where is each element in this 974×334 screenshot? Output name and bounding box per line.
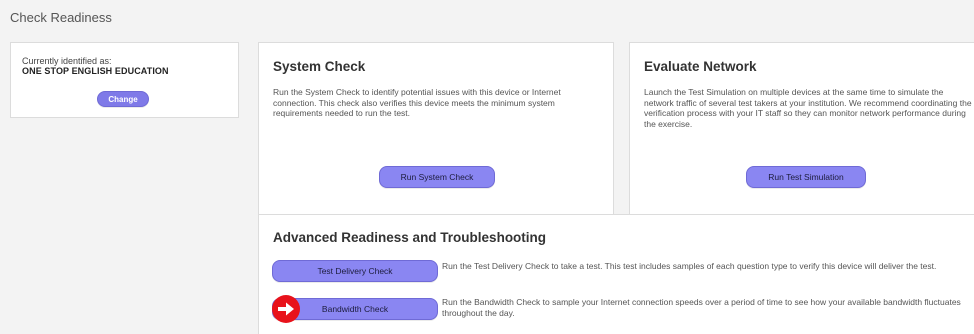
bandwidth-description: Run the Bandwidth Check to sample your I… xyxy=(442,297,961,318)
identity-card: Currently identified as: ONE STOP ENGLIS… xyxy=(10,42,239,118)
advanced-troubleshooting-card: Advanced Readiness and Troubleshooting T… xyxy=(258,214,974,334)
system-check-card: System Check Run the System Check to ide… xyxy=(258,42,614,232)
change-button[interactable]: Change xyxy=(97,91,149,107)
advanced-title: Advanced Readiness and Troubleshooting xyxy=(273,230,547,245)
evaluate-network-title: Evaluate Network xyxy=(644,59,757,74)
run-system-check-button[interactable]: Run System Check xyxy=(379,166,495,188)
run-test-simulation-button[interactable]: Run Test Simulation xyxy=(746,166,866,188)
evaluate-network-card: Evaluate Network Launch the Test Simulat… xyxy=(629,42,974,232)
identity-label: Currently identified as: xyxy=(22,56,112,66)
test-delivery-check-button[interactable]: Test Delivery Check xyxy=(272,260,438,282)
arrow-right-icon xyxy=(272,295,300,323)
system-check-title: System Check xyxy=(273,59,366,74)
test-delivery-description: Run the Test Delivery Check to take a te… xyxy=(442,261,937,271)
system-check-description: Run the System Check to identify potenti… xyxy=(273,87,561,118)
evaluate-network-description: Launch the Test Simulation on multiple d… xyxy=(644,87,972,129)
identity-name: ONE STOP ENGLISH EDUCATION xyxy=(22,66,169,76)
page-title: Check Readiness xyxy=(10,10,112,25)
